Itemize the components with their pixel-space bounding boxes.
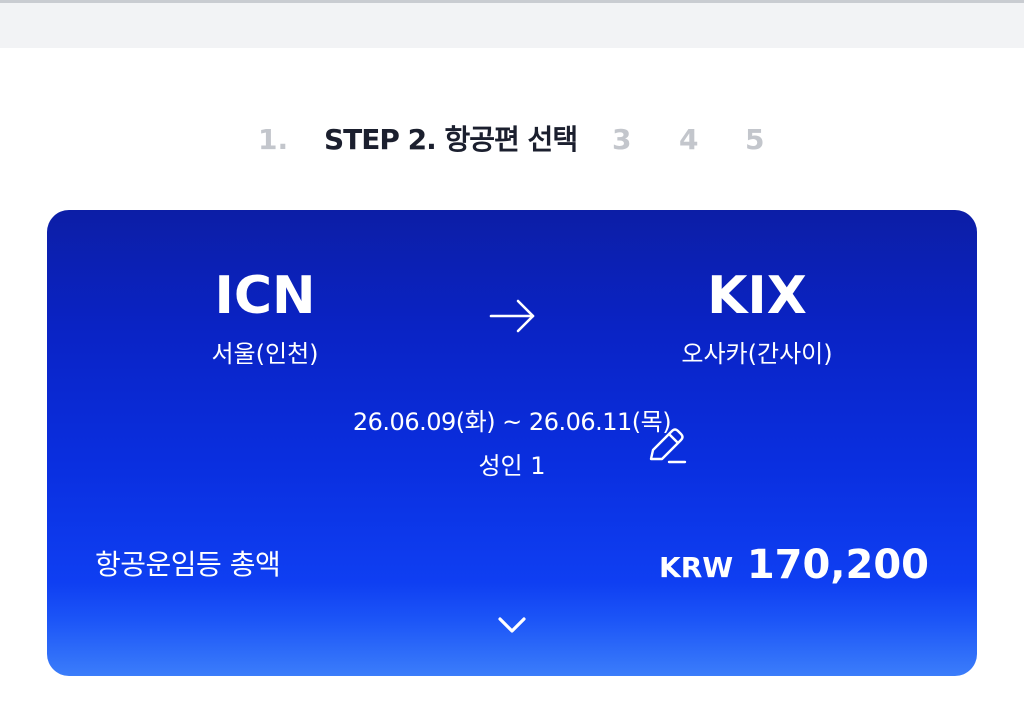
destination-name: 오사카(간사이) <box>681 340 833 368</box>
destination-code: KIX <box>707 266 807 326</box>
total-fare-label: 항공운임등 총액 <box>95 548 281 581</box>
step-indicator: 1. STEP 2. 항공편 선택 3 4 5 <box>0 118 1024 162</box>
step-4: 4 <box>679 123 699 156</box>
origin-code: ICN <box>214 266 316 326</box>
total-fare-amount: 170,200 <box>746 542 929 588</box>
flight-summary-card: ICN 서울(인천) KIX 오사카(간사이) 26.06.09(화) ~ 26… <box>47 210 977 676</box>
arrow-right-icon <box>489 299 535 333</box>
pencil-edit-icon[interactable] <box>645 424 691 470</box>
step-5: 5 <box>745 123 765 156</box>
step-3: 3 <box>612 123 632 156</box>
chevron-down-icon[interactable] <box>495 610 529 640</box>
currency-label: KRW <box>659 551 734 584</box>
step-current: STEP 2. 항공편 선택 <box>324 123 578 156</box>
origin-name: 서울(인천) <box>211 340 319 368</box>
step-1[interactable]: 1. <box>258 118 288 162</box>
top-bar <box>0 0 1024 48</box>
